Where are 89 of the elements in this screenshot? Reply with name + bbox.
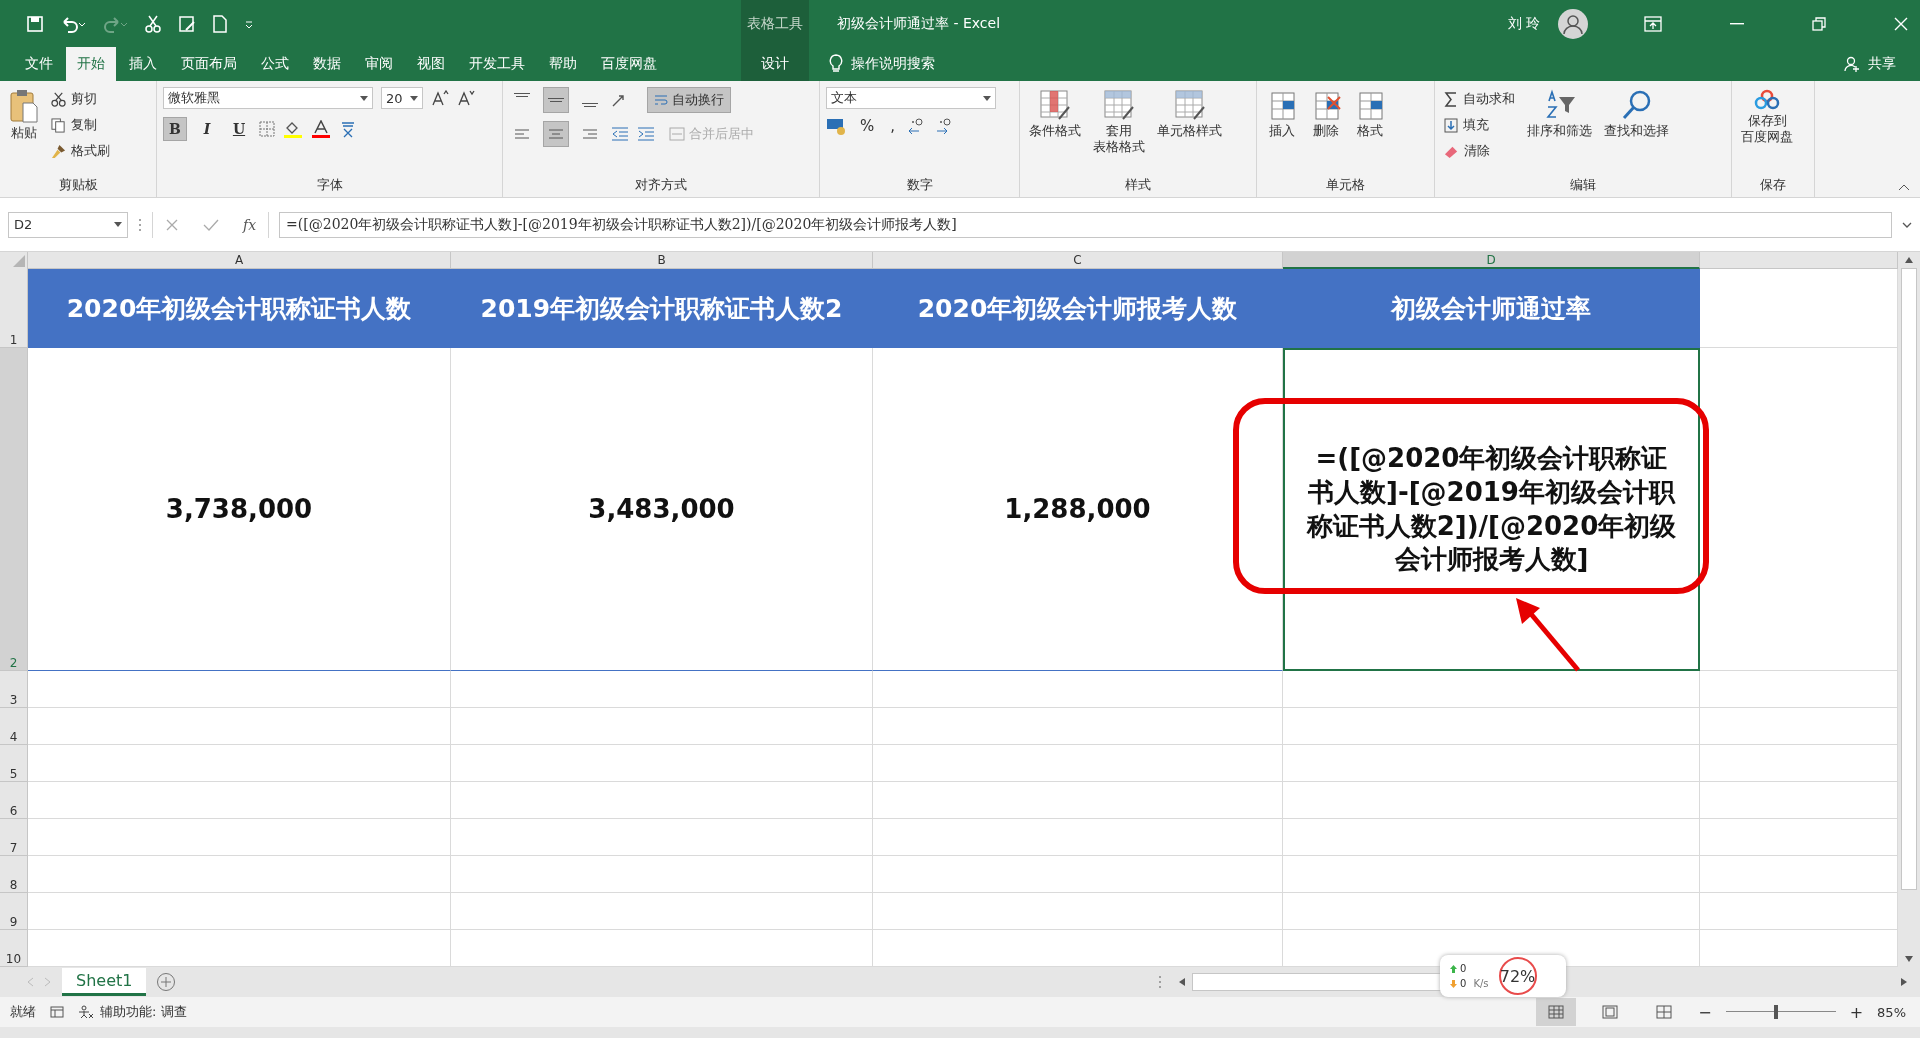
header-cell: 2020年初级会计师报考人数 [873,269,1283,348]
group-label: 编辑 [1569,176,1597,194]
cells-button[interactable]: 删除 [1307,87,1345,142]
row-header[interactable]: 4 [0,708,28,745]
status-text: 就绪 [10,1003,36,1021]
ribbon-tab[interactable]: 公式 [250,47,300,81]
ribbon-tab[interactable]: 设计 [741,47,809,81]
ribbon-tab[interactable]: 插入 [118,47,168,81]
group-label: 对齐方式 [634,176,688,194]
comma-button[interactable]: , [886,117,900,135]
ribbon-tab[interactable]: 页面布局 [170,47,248,81]
ribbon-tab[interactable]: 数据 [302,47,352,81]
header-cell: 初级会计师通过率 [1283,269,1700,348]
cells-button[interactable]: 格式 [1351,87,1389,142]
zoom-out-button[interactable]: − [1698,1002,1712,1022]
clipboard-button[interactable]: 剪切 [48,87,113,111]
speed-unit: K/s [1473,978,1489,989]
row-header[interactable]: 2 [0,348,28,671]
wrap-text-button[interactable]: 自动换行 [647,87,731,113]
clipboard-button[interactable]: 格式刷 [48,139,113,163]
ribbon-tab[interactable]: 百度网盘 [590,47,668,81]
row-header[interactable]: 1 [0,269,28,348]
user-name: 刘 玲 [1507,14,1540,33]
download-speed: 0 [1460,978,1467,989]
column-header[interactable]: A [28,252,451,269]
row-header[interactable]: 8 [0,856,28,893]
column-header[interactable]: D [1283,252,1700,269]
header-cell: 2020年初级会计职称证书人数 [28,269,451,348]
group-label: 数字 [905,176,934,194]
table-cell: 3,483,000 [451,348,873,671]
styles-button[interactable]: 单元格样式 [1154,87,1225,142]
cell-reference: D2 [14,217,33,232]
group-label: 单元格 [1325,176,1366,194]
editing-button[interactable]: 填充 [1441,113,1518,137]
clipboard-button[interactable]: 复制 [48,113,113,137]
table-cell: 1,288,000 [873,348,1283,671]
row-header[interactable]: 10 [0,930,28,967]
editing-button[interactable]: 自动求和 [1441,87,1518,111]
column-header[interactable]: C [873,252,1283,269]
ribbon-tab[interactable]: 文件 [14,47,64,81]
ribbon-tab[interactable]: 开始 [66,47,116,81]
row-header[interactable]: 9 [0,893,28,930]
table-cell: =([@2020年初级会计职称证书人数]-[@2019年初级会计职称证书人数2])/[@2020年初级会计师报考人数] [1283,348,1700,671]
group-label: 样式 [1124,176,1152,194]
group-label: 保存 [1759,176,1787,194]
editing-button[interactable]: 清除 [1441,139,1518,163]
styles-button[interactable]: 套用 表格格式 [1090,87,1148,158]
group-label: 剪贴板 [57,176,99,194]
font-size-field[interactable]: 20 [381,87,423,109]
editing-button[interactable]: 查找和选择 [1601,87,1672,142]
font-style-button[interactable]: I [195,117,219,141]
font-style-button[interactable]: U [227,117,251,141]
row-header[interactable]: 7 [0,819,28,856]
contextual-tab-label: 表格工具 [747,14,803,33]
upload-speed: 0 [1460,963,1467,974]
group-label: 字体 [315,176,344,194]
font-name-value: 微软雅黑 [168,89,220,107]
font-size-value: 20 [386,90,403,106]
sheet-tab[interactable]: Sheet1 [62,968,147,996]
number-format-field[interactable]: 文本 [826,87,996,109]
accessibility-button[interactable]: 辅助功能: 调查 [100,1003,187,1021]
name-box[interactable]: D2 [8,211,128,238]
styles-button[interactable]: 条件格式 [1026,87,1084,142]
percent-button[interactable]: % [856,117,879,135]
font-name-field[interactable]: 微软雅黑 [163,87,373,109]
font-style-button[interactable]: B [163,117,187,141]
usage-percent: 72% [1498,957,1537,995]
cells-button[interactable]: 插入 [1263,87,1301,142]
window-title: 初级会计师通过率 - Excel [837,14,1002,33]
ribbon-tab[interactable]: 开发工具 [458,47,536,81]
formula-field[interactable]: =([@2020年初级会计职称证书人数]-[@2019年初级会计职称证书人数2])/[@2020年初级会计师报考人数] [279,211,1892,238]
zoom-level: 85% [1877,1004,1906,1020]
save-to-cloud-button[interactable]: 保存到 百度网盘 [1738,87,1796,148]
search-field[interactable]: 操作说明搜索 [851,55,935,73]
insert-function-button[interactable]: fx [243,216,257,233]
number-format-value: 文本 [831,89,857,107]
ribbon-tab[interactable]: 视图 [406,47,456,81]
ribbon-tab[interactable]: 审阅 [354,47,404,81]
editing-button[interactable]: 排序和筛选 [1524,87,1595,142]
row-header[interactable]: 3 [0,671,28,708]
ribbon-tab[interactable]: 帮助 [538,47,588,81]
row-header[interactable]: 6 [0,782,28,819]
paste-button[interactable]: 粘贴 [6,87,42,144]
share-button[interactable]: 共享 [1868,55,1896,73]
zoom-in-button[interactable]: + [1849,1002,1864,1022]
row-header[interactable]: 5 [0,745,28,782]
table-cell: 3,738,000 [28,348,451,671]
column-header[interactable]: B [451,252,873,269]
header-cell: 2019年初级会计职称证书人数2 [451,269,873,348]
